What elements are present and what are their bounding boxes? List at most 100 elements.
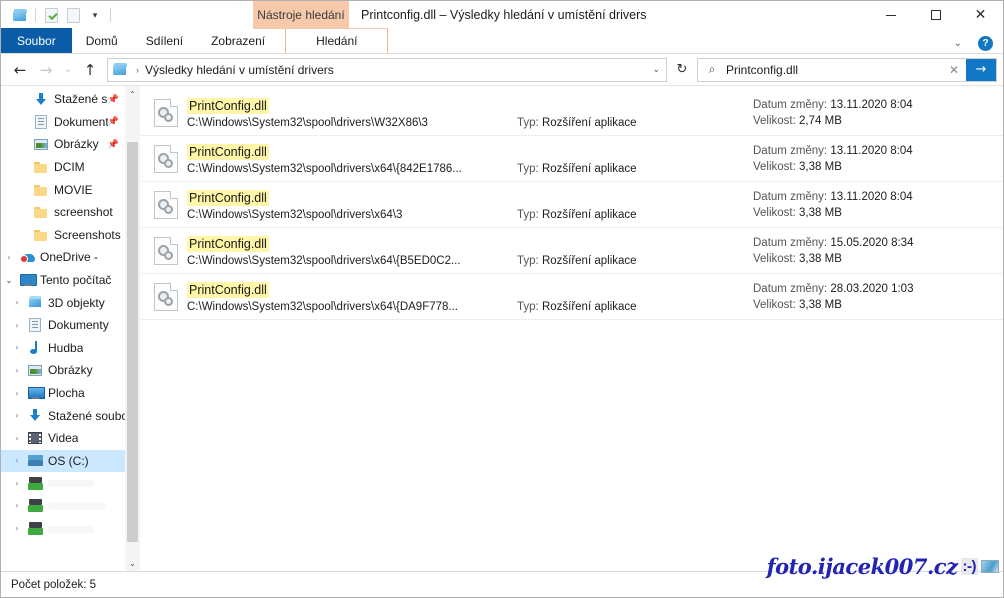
file-row[interactable]: PrintConfig.dllC:\Windows\System32\spool… (141, 274, 1003, 320)
chevron-right-icon[interactable]: › (9, 343, 25, 352)
help-icon[interactable]: ? (978, 36, 993, 51)
file-name[interactable]: PrintConfig.dll (187, 144, 269, 160)
sidebar-item-videa[interactable]: ›Videa (1, 427, 140, 450)
forward-button[interactable]: → (33, 57, 59, 83)
scroll-up-icon[interactable]: ⌃ (125, 86, 140, 102)
file-subrow: C:\Windows\System32\spool\drivers\x64\3T… (187, 209, 753, 221)
pin-icon[interactable]: 📌 (108, 94, 119, 105)
back-button[interactable]: ← (7, 57, 33, 83)
chevron-down-icon[interactable]: ⌄ (1, 276, 17, 285)
chevron-right-icon[interactable]: › (9, 501, 25, 510)
scrollbar-thumb[interactable] (127, 142, 138, 542)
file-size: Velikost: 2,74 MB (753, 113, 995, 129)
sidebar-item-dcim[interactable]: DCIM (1, 156, 140, 179)
sidebar-item-dokumenty[interactable]: Dokumenty📌 (1, 111, 140, 134)
chevron-right-icon[interactable]: › (9, 298, 25, 307)
sidebar-item-movie[interactable]: MOVIE (1, 178, 140, 201)
chevron-right-icon[interactable]: › (9, 321, 25, 330)
tab-domu[interactable]: Domů (72, 28, 132, 53)
search-input[interactable]: Printconfig.dll (726, 63, 942, 77)
file-date-label: Datum změny: (753, 283, 827, 295)
tab-soubor[interactable]: Soubor (1, 28, 72, 53)
sidebar-item-3d-objekty[interactable]: › 3D objekty (1, 291, 140, 314)
chevron-right-icon[interactable]: › (9, 411, 25, 420)
search-box[interactable]: ⌕ Printconfig.dll ✕ → (697, 58, 997, 82)
scroll-down-icon[interactable]: ⌄ (125, 555, 140, 571)
file-name[interactable]: PrintConfig.dll (187, 98, 269, 114)
folder-icon[interactable] (9, 4, 31, 26)
sidebar-item-obr-zky[interactable]: ›Obrázky (1, 359, 140, 382)
close-button[interactable]: ✕ (958, 1, 1003, 29)
up-button[interactable]: ↑ (77, 57, 103, 83)
window-title-text: Printconfig.dll – Výsledky hledání v umí… (361, 8, 647, 22)
file-row[interactable]: PrintConfig.dll C:\Windows\System32\spool… (141, 182, 1003, 228)
sidebar-item-obr-zky[interactable]: Obrázky📌 (1, 133, 140, 156)
file-name-wrapper: PrintConfig.dll (187, 189, 753, 207)
sidebar-item-hudba[interactable]: ›Hudba (1, 337, 140, 360)
file-name[interactable]: PrintConfig.dll (187, 282, 269, 298)
chevron-right-icon[interactable]: › (9, 434, 25, 443)
chevron-right-icon[interactable]: › (9, 524, 25, 533)
chevron-right-icon[interactable]: › (9, 456, 25, 465)
minimize-button[interactable] (868, 1, 913, 29)
file-name[interactable]: PrintConfig.dll (187, 190, 269, 206)
file-row[interactable]: PrintConfig.dllC:\Windows\System32\spool… (141, 228, 1003, 274)
sidebar-item-dokumenty[interactable]: ›Dokumenty (1, 314, 140, 337)
file-type: Typ: Rozšíření aplikace (517, 255, 637, 267)
tab-sdileni-label: Sdílení (146, 34, 183, 48)
chevron-down-icon[interactable]: ⌄ (948, 38, 968, 49)
sidebar-item-label: 3D objekty (45, 296, 105, 310)
recent-locations-button[interactable]: ⌄ (59, 57, 77, 83)
sidebar-item-screenshots[interactable]: Screenshots (1, 224, 140, 247)
properties-icon[interactable] (40, 4, 62, 26)
sidebar-item-network-drive-18[interactable]: › (1, 495, 140, 518)
customize-quick-access-chevron-icon[interactable]: ▾ (84, 4, 106, 26)
file-type-label: Typ: (517, 255, 539, 267)
pin-icon[interactable]: 📌 (108, 139, 119, 150)
pc-icon (17, 274, 37, 286)
chevron-right-icon[interactable]: › (9, 366, 25, 375)
sidebar-item-plocha[interactable]: ›Plocha (1, 382, 140, 405)
breadcrumb-dropdown-icon[interactable]: ⌄ (652, 59, 660, 81)
breadcrumb-text[interactable]: Výsledky hledání v umístění drivers (145, 63, 334, 77)
refresh-button[interactable]: ↻ (669, 58, 695, 82)
sidebar-item-network-drive-17[interactable]: › (1, 472, 140, 495)
file-type-value: Rozšíření aplikace (542, 209, 637, 221)
divider (110, 8, 111, 22)
file-size-label: Velikost: (753, 161, 796, 173)
chevron-right-icon[interactable]: › (9, 479, 25, 488)
file-main: PrintConfig.dll C:\Windows\System32\spool… (185, 143, 753, 175)
tab-soubor-label: Soubor (17, 34, 56, 48)
tab-hledani[interactable]: Hledání (285, 28, 388, 53)
breadcrumb-separator: › (130, 65, 145, 75)
video-icon (25, 432, 45, 444)
sidebar-item-tento-po-ta[interactable]: ⌄ Tento počítač (1, 269, 140, 292)
maximize-button[interactable] (913, 1, 958, 29)
file-row[interactable]: PrintConfig.dllC:\Windows\System32\spool… (141, 90, 1003, 136)
navigation-scrollbar[interactable]: ⌃ ⌄ (125, 86, 140, 571)
sidebar-item-network-drive-19[interactable]: › (1, 517, 140, 540)
sidebar-item-os-c[interactable]: ›OS (C:) (1, 450, 140, 473)
sidebar-item-onedrive[interactable]: ›OneDrive - (1, 246, 140, 269)
search-submit-button[interactable]: → (966, 59, 996, 81)
sidebar-item-sta-en-soubory[interactable]: ›Stažené soubory (1, 404, 140, 427)
file-date: Datum změny: 13.11.2020 8:04 (753, 97, 995, 113)
clear-search-icon[interactable]: ✕ (942, 63, 966, 77)
pin-icon[interactable]: 📌 (108, 116, 119, 127)
quick-access-toolbar: ▾ (1, 1, 115, 29)
document-icon (31, 115, 51, 129)
file-name[interactable]: PrintConfig.dll (187, 236, 269, 252)
sidebar-item-sta-en-soub[interactable]: Stažené soub📌 (1, 88, 140, 111)
tab-zobrazeni[interactable]: Zobrazení (197, 28, 279, 53)
chevron-right-icon[interactable]: › (9, 389, 25, 398)
breadcrumb[interactable]: › Výsledky hledání v umístění drivers ⌄ (107, 58, 667, 82)
file-date-value: 15.05.2020 8:34 (830, 237, 913, 249)
tab-sdileni[interactable]: Sdílení (132, 28, 197, 53)
file-type: Typ: Rozšíření aplikace (517, 301, 637, 313)
file-path: C:\Windows\System32\spool\drivers\x64\{8… (187, 163, 517, 175)
sidebar-item-label: Tento počítač (37, 273, 111, 287)
new-folder-icon[interactable] (62, 4, 84, 26)
file-row[interactable]: PrintConfig.dll C:\Windows\System32\spool… (141, 136, 1003, 182)
chevron-right-icon[interactable]: › (1, 253, 17, 262)
sidebar-item-screenshot[interactable]: screenshot (1, 201, 140, 224)
